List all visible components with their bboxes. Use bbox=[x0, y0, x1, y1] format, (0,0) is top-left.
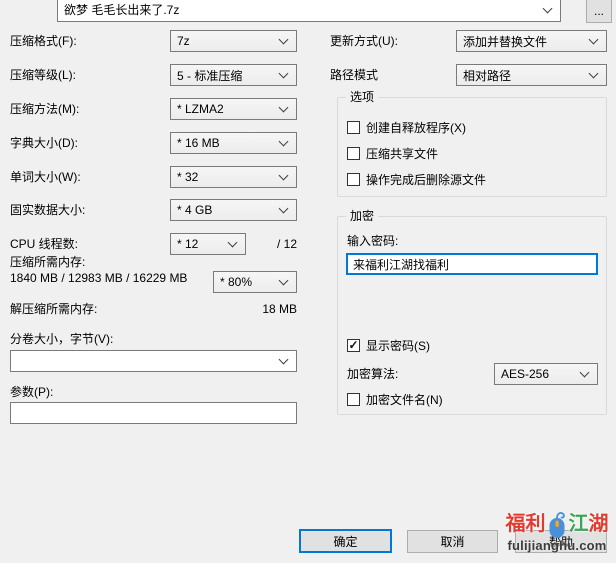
path-mode-select[interactable]: 相对路径 bbox=[456, 64, 607, 86]
mouse-icon bbox=[547, 510, 568, 539]
watermark-char: 江 bbox=[569, 510, 589, 538]
options-group-title: 选项 bbox=[346, 89, 378, 105]
update-mode-value: 添加并替换文件 bbox=[463, 33, 586, 50]
format-value: 7z bbox=[177, 34, 276, 48]
checkbox-icon[interactable] bbox=[347, 121, 360, 134]
chevron-down-icon[interactable] bbox=[279, 355, 289, 365]
path-mode-value: 相对路径 bbox=[463, 67, 586, 84]
chevron-down-icon bbox=[279, 35, 289, 45]
checkbox-delete-after[interactable]: 操作完成后删除源文件 bbox=[347, 171, 486, 187]
checkbox-icon[interactable] bbox=[347, 147, 360, 160]
checkbox-create-sfx-label: 创建自释放程序(X) bbox=[366, 119, 466, 136]
volume-size-combobox[interactable] bbox=[10, 350, 297, 372]
checkbox-delete-after-label: 操作完成后删除源文件 bbox=[366, 171, 486, 188]
encryption-group-title: 加密 bbox=[346, 208, 378, 224]
update-mode-label: 更新方式(U): bbox=[330, 30, 398, 52]
solid-block-value: * 4 GB bbox=[177, 203, 276, 217]
watermark-site-text: fulijianghu.com bbox=[498, 539, 616, 553]
chevron-down-icon bbox=[279, 204, 289, 214]
chevron-down-icon bbox=[279, 103, 289, 113]
chevron-down-icon bbox=[589, 69, 599, 79]
method-label: 压缩方法(M): bbox=[10, 98, 79, 120]
word-size-select[interactable]: * 32 bbox=[170, 166, 297, 188]
checkbox-icon[interactable] bbox=[347, 393, 360, 406]
dictionary-value: * 16 MB bbox=[177, 136, 276, 150]
parameters-input[interactable] bbox=[10, 402, 297, 424]
cancel-button[interactable]: 取消 bbox=[407, 530, 498, 553]
checkbox-encrypt-filenames-label: 加密文件名(N) bbox=[366, 391, 443, 408]
chevron-down-icon[interactable] bbox=[543, 3, 553, 13]
word-size-value: * 32 bbox=[177, 170, 276, 184]
password-value: 来福利江湖找福利 bbox=[353, 256, 449, 273]
checkbox-show-password[interactable]: ✓ 显示密码(S) bbox=[347, 337, 430, 353]
checkbox-compress-shared[interactable]: 压缩共享文件 bbox=[347, 145, 438, 161]
watermark-char: 湖 bbox=[589, 510, 609, 538]
memory-percent-value: * 80% bbox=[220, 275, 276, 289]
chevron-down-icon bbox=[279, 137, 289, 147]
ok-button-label: 确定 bbox=[333, 533, 357, 550]
level-label: 压缩等级(L): bbox=[10, 64, 76, 86]
method-value: * LZMA2 bbox=[177, 102, 276, 116]
update-mode-select[interactable]: 添加并替换文件 bbox=[456, 30, 607, 52]
format-select[interactable]: 7z bbox=[170, 30, 297, 52]
solid-block-label: 固实数据大小: bbox=[10, 199, 85, 221]
path-mode-label: 路径模式 bbox=[330, 64, 378, 86]
cpu-threads-max: / 12 bbox=[247, 233, 297, 255]
browse-button[interactable]: ... bbox=[586, 0, 612, 23]
watermark-char: 利 bbox=[526, 510, 546, 538]
watermark-char: 福 bbox=[506, 510, 526, 538]
ok-button[interactable]: 确定 bbox=[299, 529, 392, 553]
password-label: 输入密码: bbox=[347, 230, 398, 252]
memory-compress-detail: 1840 MB / 12983 MB / 16229 MB bbox=[10, 271, 187, 286]
password-input[interactable]: 来福利江湖找福利 bbox=[346, 253, 598, 275]
cpu-threads-label: CPU 线程数: bbox=[10, 233, 78, 255]
archive-name-combobox[interactable]: 欲梦 毛毛长出来了.7z bbox=[57, 0, 561, 22]
checkbox-show-password-label: 显示密码(S) bbox=[366, 337, 430, 354]
chevron-down-icon bbox=[279, 69, 289, 79]
cpu-threads-value: * 12 bbox=[177, 237, 225, 251]
chevron-down-icon bbox=[580, 368, 590, 378]
browse-button-label: ... bbox=[594, 4, 604, 18]
encryption-method-select[interactable]: AES-256 bbox=[494, 363, 598, 385]
level-select[interactable]: 5 - 标准压缩 bbox=[170, 64, 297, 86]
archive-name-value[interactable]: 欲梦 毛毛长出来了.7z bbox=[64, 1, 540, 18]
format-label: 压缩格式(F): bbox=[10, 30, 77, 52]
archive-dialog: { "dialog": { "bg": "#f0f0f0", "accent":… bbox=[0, 0, 616, 563]
checkbox-icon[interactable]: ✓ bbox=[347, 339, 360, 352]
checkbox-compress-shared-label: 压缩共享文件 bbox=[366, 145, 438, 162]
memory-decompress-label: 解压缩所需内存: bbox=[10, 298, 97, 320]
cancel-button-label: 取消 bbox=[440, 533, 464, 550]
chevron-down-icon bbox=[279, 276, 289, 286]
encryption-method-value: AES-256 bbox=[501, 367, 577, 381]
solid-block-select[interactable]: * 4 GB bbox=[170, 199, 297, 221]
chevron-down-icon bbox=[279, 171, 289, 181]
encryption-method-label: 加密算法: bbox=[347, 363, 398, 385]
chevron-down-icon bbox=[589, 35, 599, 45]
word-size-label: 单词大小(W): bbox=[10, 166, 81, 188]
checkbox-encrypt-filenames[interactable]: 加密文件名(N) bbox=[347, 391, 443, 407]
chevron-down-icon bbox=[228, 238, 238, 248]
level-value: 5 - 标准压缩 bbox=[177, 67, 276, 84]
cpu-threads-select[interactable]: * 12 bbox=[170, 233, 246, 255]
volume-size-label: 分卷大小，字节(V): bbox=[10, 328, 113, 350]
dictionary-label: 字典大小(D): bbox=[10, 132, 78, 154]
method-select[interactable]: * LZMA2 bbox=[170, 98, 297, 120]
dictionary-select[interactable]: * 16 MB bbox=[170, 132, 297, 154]
parameters-label: 参数(P): bbox=[10, 381, 53, 403]
memory-compress-label: 压缩所需内存: bbox=[10, 255, 85, 270]
checkbox-icon[interactable] bbox=[347, 173, 360, 186]
memory-decompress-value: 18 MB bbox=[237, 298, 297, 320]
checkbox-create-sfx[interactable]: 创建自释放程序(X) bbox=[347, 119, 466, 135]
fulijianghu-watermark: 福 利 江 湖 fulijianghu.com bbox=[498, 509, 616, 561]
memory-percent-select[interactable]: * 80% bbox=[213, 271, 297, 293]
